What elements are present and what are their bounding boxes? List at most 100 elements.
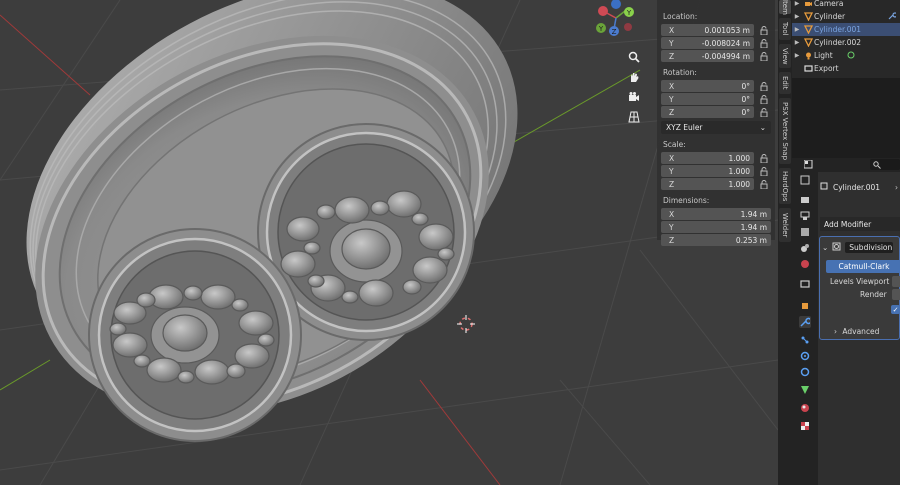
tab-item[interactable]: Item	[779, 0, 791, 15]
dimensions-y-field[interactable]: Y 1.94 m	[661, 221, 771, 233]
object-name-field[interactable]: Cylinder.001 ›	[820, 180, 898, 194]
light-data-icon[interactable]	[847, 51, 855, 61]
output-properties-icon[interactable]	[799, 210, 811, 222]
sidebar-tabs: Item Tool View Edit PSX Vertex Snap Hard…	[778, 0, 792, 485]
optimal-display-checkbox[interactable]: ✓	[891, 305, 900, 314]
tab-welder[interactable]: Welder	[779, 208, 791, 242]
collection-properties-icon[interactable]	[799, 278, 811, 290]
object-properties-icon[interactable]	[799, 300, 811, 312]
tab-psx-vertex-snap[interactable]: PSX Vertex Snap	[779, 98, 791, 164]
chevron-down-icon: ⌄	[759, 123, 766, 132]
subdivision-modifier-icon	[832, 242, 841, 253]
outliner-item-export[interactable]: Export	[792, 62, 900, 75]
physics-icon[interactable]	[799, 350, 811, 362]
camera-view-icon[interactable]	[624, 88, 644, 106]
chevron-down-icon[interactable]: ⌄	[822, 243, 828, 252]
mesh-object-icon	[802, 12, 814, 21]
outliner-item-label: Camera	[814, 0, 844, 8]
tool-settings-icon[interactable]	[799, 174, 811, 186]
location-y-field[interactable]: Y -0.008024 m	[661, 37, 754, 49]
mesh-object-icon	[802, 38, 814, 47]
zoom-icon[interactable]	[624, 48, 644, 66]
dimensions-label: Dimensions:	[663, 196, 710, 205]
advanced-section[interactable]: › Advanced	[834, 327, 879, 336]
catmull-clark-button[interactable]: Catmull-Clark	[826, 260, 900, 273]
gizmo-z-label: Z	[612, 28, 617, 36]
outliner-item-camera[interactable]: ▶ Camera	[792, 0, 900, 10]
scale-z-field[interactable]: Z 1.000	[661, 178, 754, 190]
tab-edit[interactable]: Edit	[779, 72, 791, 94]
lock-icon[interactable]	[757, 93, 771, 105]
navigation-gizmo[interactable]: Y Y Z	[592, 0, 642, 48]
expand-arrow-icon[interactable]: ▶	[792, 0, 802, 7]
outliner-item-label: Cylinder	[814, 12, 846, 21]
world-properties-icon[interactable]	[799, 258, 811, 270]
lock-icon[interactable]	[757, 37, 771, 49]
properties-search-input[interactable]	[870, 159, 900, 170]
outliner-item-cylinder[interactable]: ▶ Cylinder	[792, 10, 900, 23]
texture-icon[interactable]	[799, 420, 811, 432]
modifier-properties-icon[interactable]	[799, 316, 811, 328]
outliner-item-label: Cylinder.001	[814, 25, 862, 34]
scene-properties-icon[interactable]	[799, 242, 811, 254]
modifier-name-field[interactable]: Subdivision	[845, 241, 894, 253]
rotation-x-field[interactable]: X 0°	[661, 80, 754, 92]
view-layer-icon[interactable]	[799, 226, 811, 238]
lock-icon[interactable]	[757, 178, 771, 190]
expand-arrow-icon[interactable]: ▶	[792, 52, 802, 59]
location-z-field[interactable]: Z -0.004994 m	[661, 50, 754, 62]
rotation-mode-select[interactable]: XYZ Euler ⌄	[661, 121, 771, 134]
light-module-small[interactable]	[88, 228, 302, 442]
expand-arrow-icon[interactable]: ▶	[792, 26, 802, 33]
tab-hardops[interactable]: HardOps	[779, 168, 791, 204]
modifier-header: ⌄ Subdivision	[822, 241, 894, 253]
pan-hand-icon[interactable]	[624, 68, 644, 86]
lock-icon[interactable]	[757, 106, 771, 118]
add-modifier-button[interactable]: Add Modifier	[820, 217, 900, 231]
wrench-icon[interactable]	[888, 11, 898, 22]
particles-icon[interactable]	[799, 334, 811, 346]
light-object-icon	[802, 51, 814, 60]
location-label: Location:	[663, 12, 698, 21]
rotation-z-field[interactable]: Z 0°	[661, 106, 754, 118]
lock-icon[interactable]	[757, 152, 771, 164]
outliner-item-light[interactable]: ▶ Light	[792, 49, 900, 62]
perspective-grid-icon[interactable]	[624, 108, 644, 126]
gizmo-neg-y-label: Y	[598, 25, 604, 33]
tab-tool[interactable]: Tool	[779, 18, 791, 40]
lock-icon[interactable]	[757, 165, 771, 177]
subdivision-modifier-panel: ⌄ Subdivision Catmull-Clark Levels Viewp…	[819, 236, 900, 340]
object-data-icon[interactable]	[799, 384, 811, 396]
gizmo-y-label: Y	[626, 9, 632, 17]
outliner-item-cylinder-002[interactable]: ▶ Cylinder.002	[792, 36, 900, 49]
mesh-object-icon	[802, 25, 814, 34]
editor-type-icon[interactable]	[803, 159, 816, 172]
camera-object-icon	[802, 0, 814, 8]
render-levels-field[interactable]	[892, 289, 900, 300]
tab-view[interactable]: View	[779, 44, 791, 68]
3d-cursor-icon[interactable]	[457, 315, 475, 333]
sidebar-item-panel: Location: X 0.001053 m Y -0.008024 m Z -0.0…	[657, 0, 775, 246]
chevron-right-icon: ›	[834, 327, 837, 336]
location-x-field[interactable]: X 0.001053 m	[661, 24, 754, 36]
levels-viewport-field[interactable]	[892, 276, 900, 287]
rotation-y-field[interactable]: Y 0°	[661, 93, 754, 105]
properties-header	[792, 158, 900, 172]
y-axis-line-lower	[0, 359, 51, 391]
expand-arrow-icon[interactable]: ▶	[792, 39, 802, 46]
lock-icon[interactable]	[757, 80, 771, 92]
lock-icon[interactable]	[757, 50, 771, 62]
constraints-icon[interactable]	[799, 366, 811, 378]
expand-arrow-icon[interactable]: ▶	[792, 13, 802, 20]
outliner-item-cylinder-001[interactable]: ▶ Cylinder.001	[792, 23, 900, 36]
lock-icon[interactable]	[757, 24, 771, 36]
chevron-right-icon[interactable]: ›	[895, 183, 898, 192]
scale-x-field[interactable]: X 1.000	[661, 152, 754, 164]
3d-viewport[interactable]: Y Y Z Location: X 0.001053 m Y -0.008024 m…	[0, 0, 778, 485]
scale-y-field[interactable]: Y 1.000	[661, 165, 754, 177]
scale-label: Scale:	[663, 140, 686, 149]
material-icon[interactable]	[799, 402, 811, 414]
render-properties-icon[interactable]	[799, 194, 811, 206]
dimensions-z-field[interactable]: Z 0.253 m	[661, 234, 771, 246]
dimensions-x-field[interactable]: X 1.94 m	[661, 208, 771, 220]
